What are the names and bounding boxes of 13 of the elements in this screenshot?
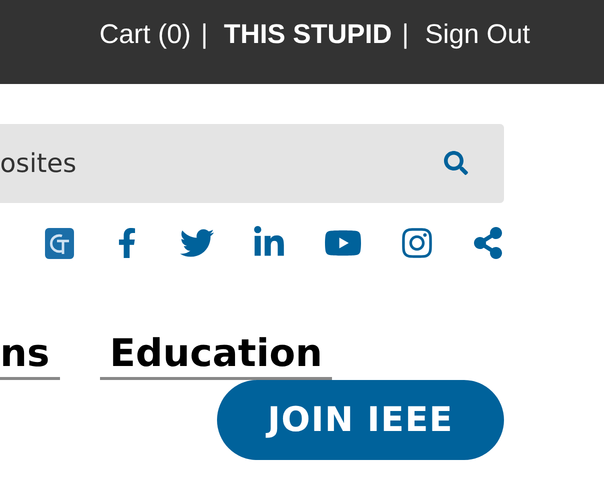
gt-logo-icon[interactable] — [45, 228, 74, 258]
search-icon[interactable] — [444, 151, 468, 175]
search-field[interactable]: osites — [0, 124, 504, 203]
instagram-icon[interactable] — [400, 226, 434, 260]
share-icon[interactable] — [472, 227, 504, 259]
top-bar-link[interactable]: Sign Out — [424, 18, 530, 50]
user-name-link[interactable]: THIS STUPID — [224, 18, 392, 50]
nav-link[interactable]: ns — [0, 331, 60, 380]
top-bar-link[interactable]: Cart (0) — [99, 18, 191, 50]
separator: | — [200, 18, 208, 50]
join-button[interactable]: JOIN IEEE — [217, 380, 504, 460]
twitter-icon[interactable] — [180, 226, 214, 260]
separator: | — [402, 18, 409, 50]
